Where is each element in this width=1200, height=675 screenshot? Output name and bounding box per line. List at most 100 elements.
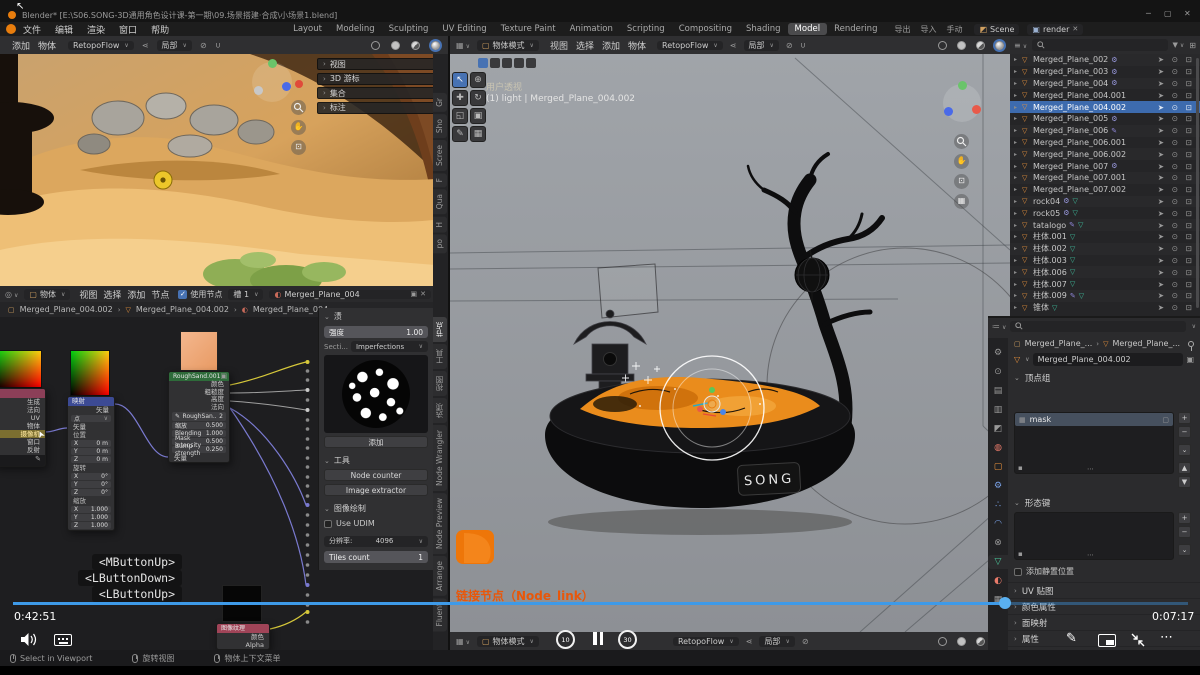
breadcrumb-object[interactable]: Merged_Plane_004.002 xyxy=(20,305,113,314)
hide-render-icon[interactable]: ⊡ xyxy=(1186,256,1192,265)
move-down-button[interactable]: ▼ xyxy=(1178,476,1191,488)
fake-user-icon[interactable]: ▣ xyxy=(1186,355,1194,364)
selectable-toggle-icon[interactable]: ➤ xyxy=(1158,173,1164,182)
shader-editor[interactable]: ◎∨ ▢物体∨ 视图选择添加节点 ✓使用节点 槽 1∨ ◐Merged_Plan… xyxy=(0,286,448,650)
object-name[interactable]: rock04 xyxy=(1033,197,1060,206)
outliner-row[interactable]: ▸ ▽ Merged_Plane_004.002 ⚙ ✎ ▽ ➤ ⊙ ⊡ xyxy=(1010,101,1200,113)
outliner[interactable]: ▸ ▽ Merged_Plane_002 ⚙ ✎ ▽ ➤ ⊙ ⊡ ▸ ▽ Mer… xyxy=(1010,54,1200,316)
outliner-row[interactable]: ▸ ▽ rock04 ⚙ ✎ ▽ ➤ ⊙ ⊡ xyxy=(1010,196,1200,208)
expand-arrow-icon[interactable]: ▸ xyxy=(1014,56,1022,63)
hide-viewport-icon[interactable]: ⊙ xyxy=(1172,173,1178,182)
rest-position-checkbox[interactable]: 添加静置位置 xyxy=(1014,566,1074,577)
sidebar-tab[interactable]: 选项 xyxy=(433,398,447,423)
object-name[interactable]: Merged_Plane_007.001 xyxy=(1033,173,1126,182)
header-menu-item[interactable]: 物体 xyxy=(34,39,60,52)
selectable-toggle-icon[interactable]: ➤ xyxy=(1158,221,1164,230)
object-name[interactable]: Merged_Plane_003 xyxy=(1033,67,1108,76)
hide-viewport-icon[interactable]: ⊙ xyxy=(1172,232,1178,241)
hide-viewport-icon[interactable]: ⊙ xyxy=(1172,221,1178,230)
hide-viewport-icon[interactable]: ⊙ xyxy=(1172,126,1178,135)
outliner-row[interactable]: ▸ ▽ 柱体.003 ⚙ ✎ ▽ ➤ ⊙ ⊡ xyxy=(1010,255,1200,267)
hide-viewport-icon[interactable]: ⊙ xyxy=(1172,79,1178,88)
mode-icon[interactable] xyxy=(490,58,500,68)
hide-viewport-icon[interactable]: ⊙ xyxy=(1172,256,1178,265)
mode-selector[interactable]: ▢物体模式∨ xyxy=(477,636,539,647)
texcoord-node[interactable]: 生成法向UV物体摄像机窗口反射 ✎ xyxy=(0,388,46,467)
expand-arrow-icon[interactable]: ▸ xyxy=(1014,304,1022,311)
sidebar-tab[interactable]: Qua xyxy=(433,189,447,214)
expand-arrow-icon[interactable]: ▸ xyxy=(1014,68,1022,75)
hide-render-icon[interactable]: ⊡ xyxy=(1186,173,1192,182)
node-output[interactable]: 矢量 xyxy=(68,406,114,414)
node-output[interactable]: 颜色 xyxy=(217,633,269,641)
workspace-tab[interactable]: Rendering xyxy=(827,23,884,35)
mode-object-icon[interactable] xyxy=(478,58,488,68)
hide-viewport-icon[interactable]: ⊙ xyxy=(1172,138,1178,147)
zoom-button[interactable] xyxy=(954,134,969,149)
manual-button[interactable]: 手动 xyxy=(946,24,962,35)
shading-wireframe-icon[interactable] xyxy=(371,41,380,50)
header-menu-item[interactable]: 添加 xyxy=(124,288,148,301)
snap-magnet-icon[interactable]: ∩ xyxy=(215,41,221,50)
outliner-row[interactable]: ▸ ▽ Merged_Plane_006 ⚙ ✎ ▽ ➤ ⊙ ⊡ xyxy=(1010,125,1200,137)
object-name[interactable]: 锥体 xyxy=(1033,302,1049,313)
outliner-row[interactable]: ▸ ▽ Merged_Plane_005 ⚙ ✎ ▽ ➤ ⊙ ⊡ xyxy=(1010,113,1200,125)
material-selector[interactable]: ◐Merged_Plane_004▣✕ xyxy=(269,290,431,299)
captions-button[interactable] xyxy=(54,634,72,646)
workspace-tab[interactable]: Scripting xyxy=(620,23,672,35)
volume-button[interactable] xyxy=(20,632,38,651)
sidebar-tab[interactable]: po xyxy=(433,234,447,253)
shrink-button[interactable] xyxy=(1130,632,1146,652)
selectable-toggle-icon[interactable]: ➤ xyxy=(1158,126,1164,135)
sidebar-panel-header[interactable]: ⌄渍 xyxy=(324,311,428,322)
tool-button[interactable]: ◱ xyxy=(452,108,468,124)
proportional-edit-icon[interactable]: ⊘ xyxy=(200,41,207,50)
splitter-strip[interactable]: GrShoScreeFQuaHpo 节点工具视图选项Node WranglerN… xyxy=(433,54,448,650)
value-field[interactable]: Z0° xyxy=(71,489,111,496)
hide-render-icon[interactable]: ⊡ xyxy=(1186,280,1192,289)
hide-viewport-icon[interactable]: ⊙ xyxy=(1172,280,1178,289)
shape-keys-list[interactable]: ▪ ⋯ xyxy=(1014,512,1174,560)
proportional-edit-icon[interactable]: ⊘ xyxy=(786,41,793,50)
value-field[interactable]: X0° xyxy=(71,473,111,480)
resolution-dropdown[interactable]: 分辨率:4096∨ xyxy=(324,536,428,547)
shading-material-icon[interactable] xyxy=(411,41,420,50)
menu-item[interactable]: 帮助 xyxy=(144,23,176,36)
hide-render-icon[interactable]: ⊡ xyxy=(1186,114,1192,123)
video-progress-played[interactable] xyxy=(13,602,1005,605)
object-name[interactable]: 柱体.009 xyxy=(1033,290,1067,301)
outliner-row[interactable]: ▸ ▽ Merged_Plane_006.002 ⚙ ✎ ▽ ➤ ⊙ ⊡ xyxy=(1010,148,1200,160)
outliner-row[interactable]: ▸ ▽ Merged_Plane_003 ⚙ ✎ ▽ ➤ ⊙ ⊡ xyxy=(1010,66,1200,78)
value-field[interactable]: Y1.000 xyxy=(71,514,111,521)
workspace-tab[interactable]: Texture Paint xyxy=(494,23,563,35)
video-progress-handle[interactable] xyxy=(999,597,1011,609)
pause-button[interactable] xyxy=(593,632,603,645)
retopoflow-menu[interactable]: RetopoFlow∨ xyxy=(68,41,134,50)
video-progress-remaining[interactable] xyxy=(1005,602,1188,605)
object-name[interactable]: 柱体.002 xyxy=(1033,243,1067,254)
hide-viewport-icon[interactable]: ⊙ xyxy=(1172,209,1178,218)
object-name[interactable]: Merged_Plane_004.001 xyxy=(1033,91,1126,100)
remove-item-button[interactable]: − xyxy=(1178,426,1191,438)
selectable-toggle-icon[interactable]: ➤ xyxy=(1158,162,1164,171)
workspace-tab[interactable]: Model xyxy=(788,23,828,35)
hide-render-icon[interactable]: ⊡ xyxy=(1186,244,1192,253)
imperfections-dropdown[interactable]: Imperfections∨ xyxy=(351,341,428,352)
expand-arrow-icon[interactable]: ▸ xyxy=(1014,115,1022,122)
pin-icon[interactable] xyxy=(1188,341,1194,347)
properties-tab[interactable]: ⚙ xyxy=(988,479,1008,493)
properties-tab[interactable]: ∴ xyxy=(988,498,1008,512)
shading-solid-icon[interactable] xyxy=(957,41,966,50)
value-field[interactable]: X1.000 xyxy=(71,506,111,513)
gizmo-axis[interactable] xyxy=(254,86,263,95)
menu-item[interactable]: 窗口 xyxy=(112,23,144,36)
object-name[interactable]: rock05 xyxy=(1033,209,1060,218)
camera-view-icon[interactable]: ⊡ xyxy=(291,140,306,155)
hide-viewport-icon[interactable]: ⊙ xyxy=(1172,91,1178,100)
tool-button[interactable]: ▦ xyxy=(470,126,486,142)
value-field[interactable]: Y0 m xyxy=(71,448,111,455)
hide-viewport-icon[interactable]: ⊙ xyxy=(1172,197,1178,206)
object-name[interactable]: Merged_Plane_006.002 xyxy=(1033,150,1126,159)
outliner-row[interactable]: ▸ ▽ Merged_Plane_007 ⚙ ✎ ▽ ➤ ⊙ ⊡ xyxy=(1010,160,1200,172)
shape-keys-panel-header[interactable]: ⌄形态键 xyxy=(1008,496,1056,510)
